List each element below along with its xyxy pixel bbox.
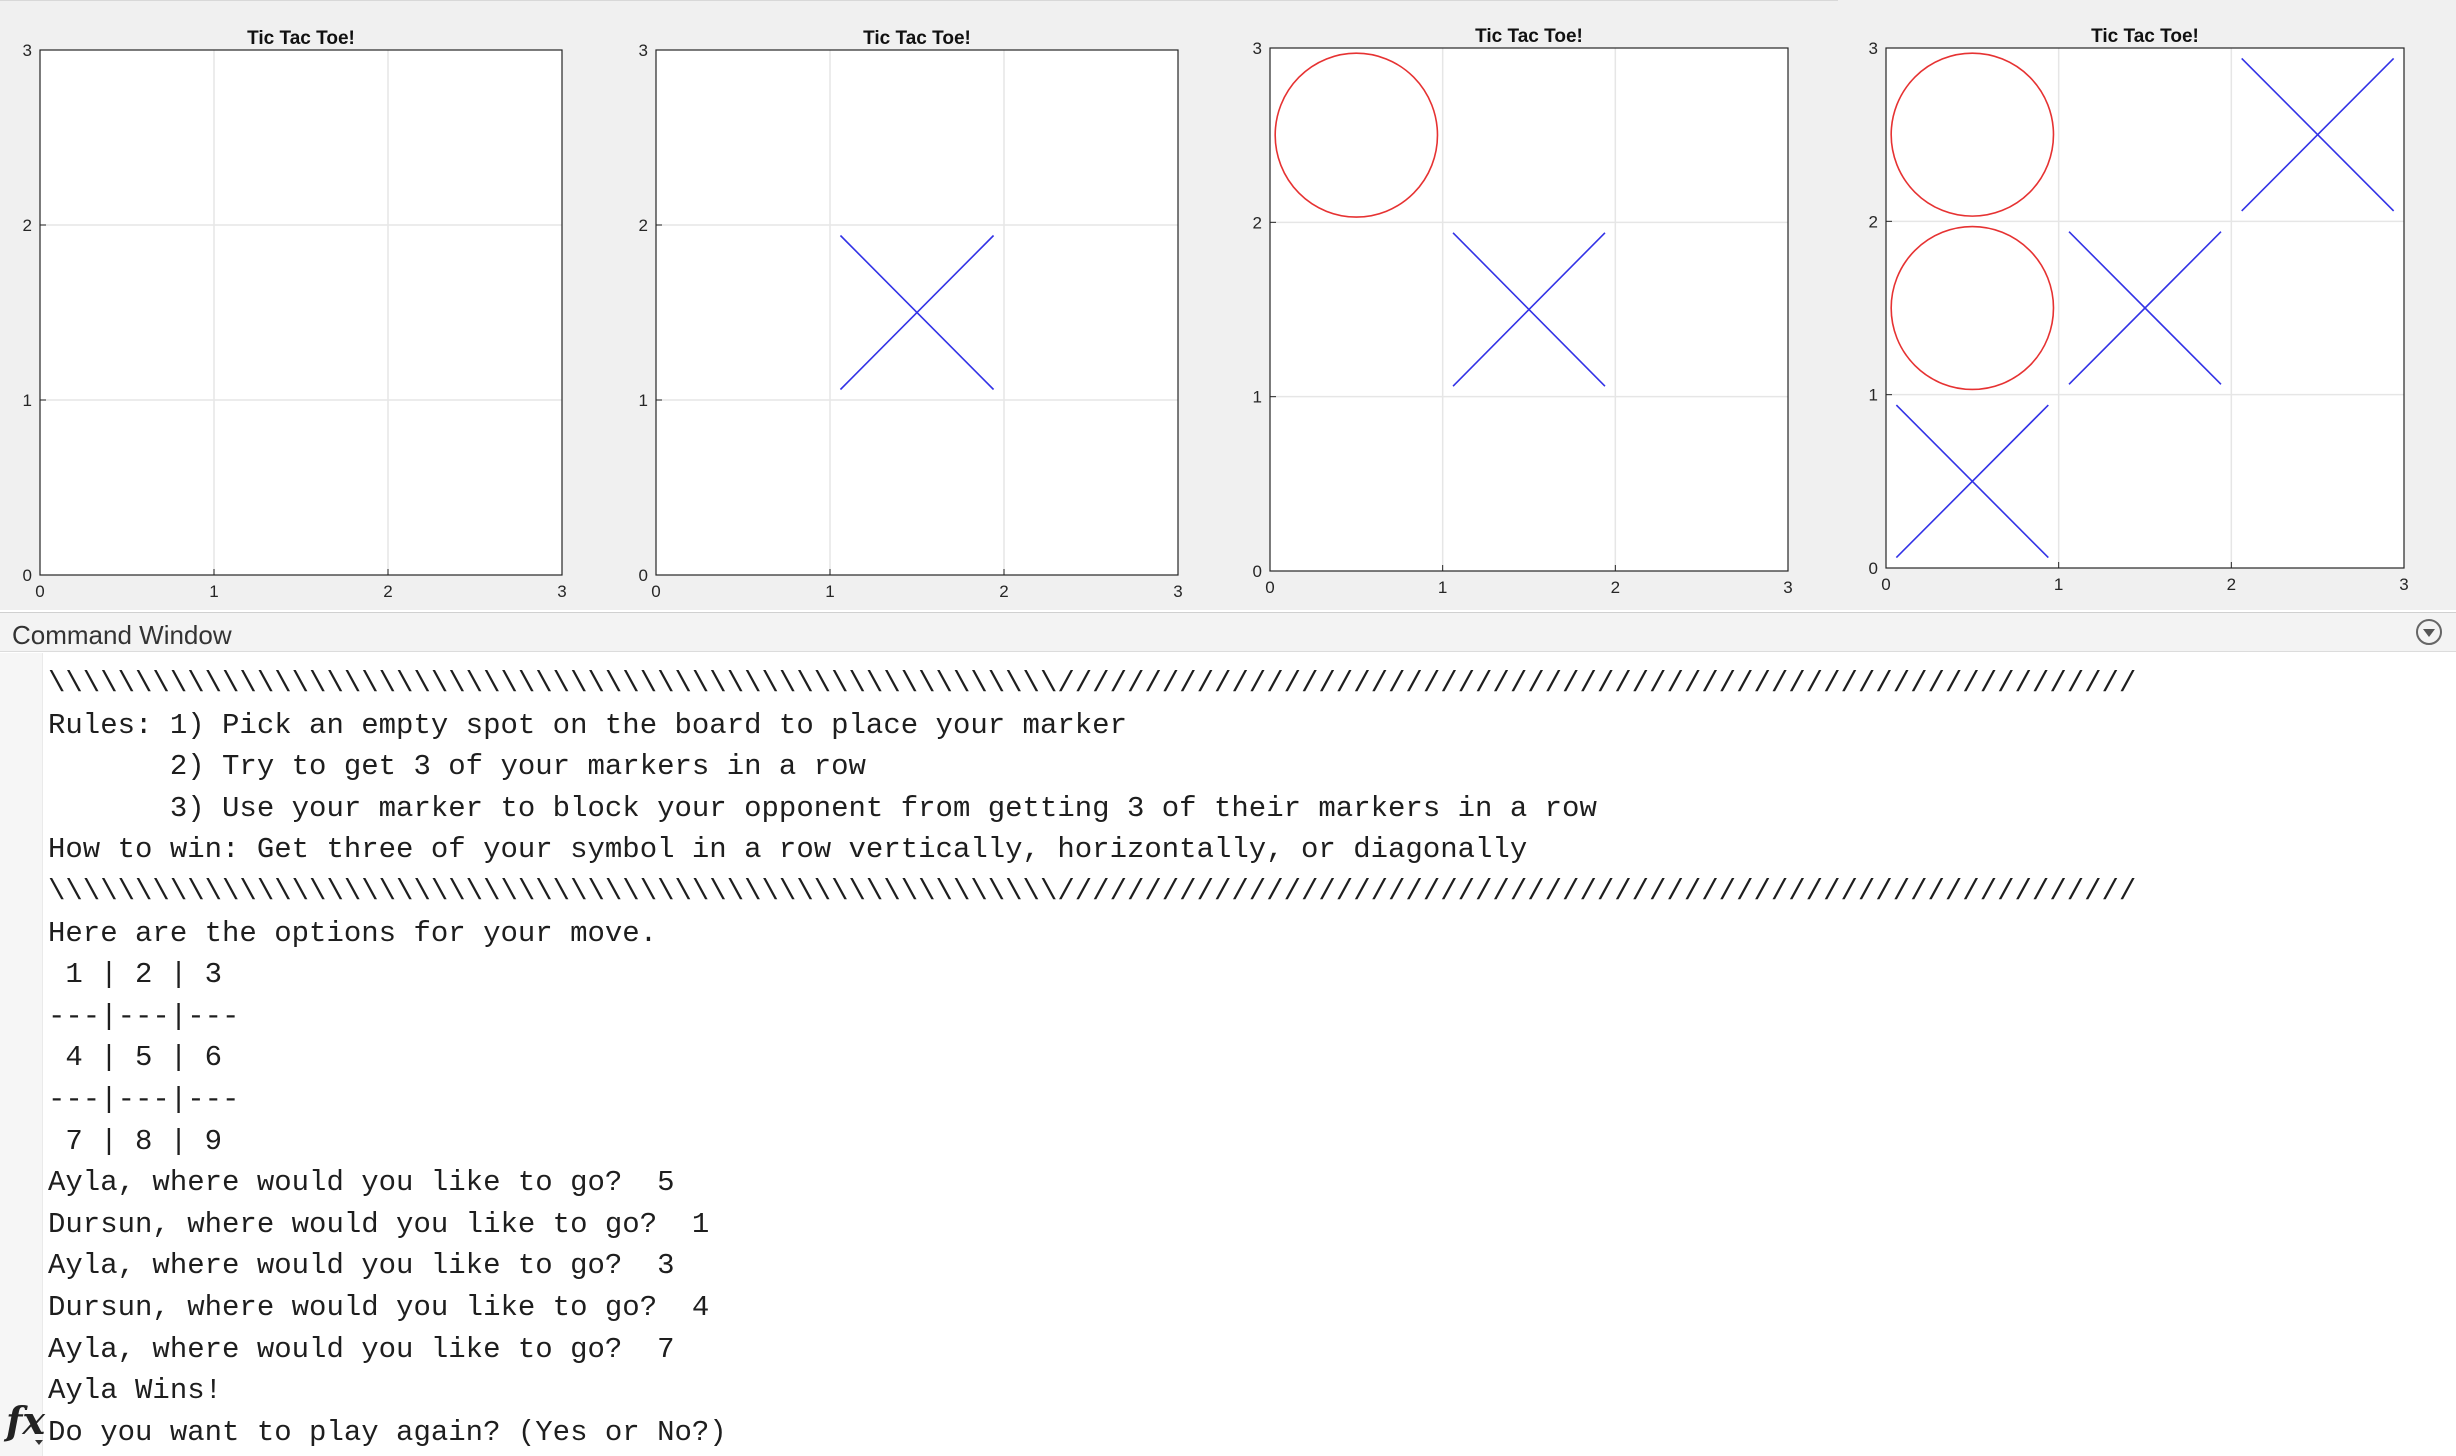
x-tick-label: 2 — [1611, 578, 1620, 597]
tic-tac-toe-axes-2[interactable]: 0 1 2 3 0 1 2 3 Tic Tac Toe! — [616, 0, 1226, 610]
x-tick-label: 2 — [2227, 575, 2236, 594]
command-line: Do you want to play again? (Yes or No?) — [48, 1415, 727, 1449]
command-window-body[interactable]: \\\\\\\\\\\\\\\\\\\\\\\\\\\\\\\\\\\\\\\\… — [0, 653, 2456, 1456]
x-tick-label: 0 — [35, 582, 44, 601]
axes-title: Tic Tac Toe! — [2091, 26, 2199, 47]
y-tick-label: 0 — [23, 566, 32, 585]
x-tick-label: 1 — [825, 582, 834, 601]
axes-title: Tic Tac Toe! — [247, 28, 355, 49]
x-tick-label: 0 — [1881, 575, 1890, 594]
y-tick-label: 3 — [23, 41, 32, 60]
x-tick-label: 3 — [2399, 575, 2408, 594]
axes-title: Tic Tac Toe! — [863, 28, 971, 49]
x-tick-label: 0 — [651, 582, 660, 601]
x-tick-label: 2 — [383, 582, 392, 601]
y-tick-label: 2 — [639, 216, 648, 235]
figure-window-1[interactable]: 0 1 2 3 0 1 2 3 Tic Tac Toe! — [0, 0, 610, 610]
fx-caret-icon[interactable] — [35, 1440, 43, 1445]
fx-icon[interactable]: fx — [6, 1398, 45, 1443]
figure-window-2[interactable]: 0 1 2 3 0 1 2 3 Tic Tac Toe! — [616, 0, 1226, 610]
y-tick-label: 0 — [1253, 562, 1262, 581]
command-line: Rules: 1) Pick an empty spot on the boar… — [48, 708, 1127, 742]
x-tick-label: 1 — [2054, 575, 2063, 594]
command-line: Here are the options for your move. — [48, 916, 658, 950]
x-tick-label: 2 — [999, 582, 1008, 601]
tic-tac-toe-axes-4[interactable]: 0 1 2 3 0 1 2 3 Tic Tac Toe! — [1838, 0, 2456, 610]
tic-tac-toe-axes-3[interactable]: 0 1 2 3 0 1 2 3 Tic Tac Toe! — [1226, 0, 1836, 610]
figure-window-3[interactable]: 0 1 2 3 0 1 2 3 Tic Tac Toe! — [1226, 0, 1836, 610]
axes-title: Tic Tac Toe! — [1475, 26, 1583, 47]
x-tick-label: 0 — [1265, 578, 1274, 597]
command-line: How to win: Get three of your symbol in … — [48, 833, 1528, 867]
chevron-down-icon — [2423, 629, 2435, 637]
command-line: Ayla, where would you like to go? 7 — [48, 1332, 675, 1366]
y-tick-label: 1 — [639, 391, 648, 410]
x-tick-label: 1 — [1438, 578, 1447, 597]
y-tick-label: 1 — [1253, 388, 1262, 407]
y-tick-label: 1 — [23, 391, 32, 410]
tic-tac-toe-axes-1[interactable]: 0 1 2 3 0 1 2 3 Tic Tac Toe! — [0, 0, 610, 610]
figure-window-4[interactable]: 0 1 2 3 0 1 2 3 Tic Tac Toe! — [1838, 0, 2456, 610]
command-window-output[interactable]: \\\\\\\\\\\\\\\\\\\\\\\\\\\\\\\\\\\\\\\\… — [48, 663, 2136, 1453]
command-window-gutter — [0, 653, 43, 1456]
y-tick-label: 2 — [23, 216, 32, 235]
y-tick-label: 1 — [1869, 386, 1878, 405]
command-line: Dursun, where would you like to go? 4 — [48, 1290, 710, 1324]
command-line: 7 | 8 | 9 — [48, 1124, 223, 1158]
command-line: \\\\\\\\\\\\\\\\\\\\\\\\\\\\\\\\\\\\\\\\… — [48, 667, 2137, 700]
command-line: 3) Use your marker to block your opponen… — [48, 791, 1597, 825]
command-line: Ayla, where would you like to go? 5 — [48, 1166, 675, 1200]
command-line: ---|---|--- — [48, 1082, 240, 1116]
y-tick-label: 3 — [1869, 39, 1878, 58]
command-line: Ayla Wins! — [48, 1374, 223, 1408]
command-line: Ayla, where would you like to go? 3 — [48, 1249, 675, 1283]
y-tick-label: 3 — [1253, 39, 1262, 58]
x-tick-label: 3 — [1173, 582, 1182, 601]
y-tick-label: 3 — [639, 41, 648, 60]
command-line: \\\\\\\\\\\\\\\\\\\\\\\\\\\\\\\\\\\\\\\\… — [48, 874, 2137, 908]
x-tick-label: 1 — [209, 582, 218, 601]
figure-strip: 0 1 2 3 0 1 2 3 Tic Tac Toe! 0 1 2 3 0 1 2 3 Tic Tac Toe… — [0, 0, 2456, 610]
command-line: 2) Try to get 3 of your markers in a row — [48, 750, 866, 784]
command-line: Dursun, where would you like to go? 1 — [48, 1207, 710, 1241]
plot-area[interactable] — [40, 50, 562, 575]
x-tick-label: 3 — [557, 582, 566, 601]
y-tick-label: 2 — [1253, 213, 1262, 232]
command-line: ---|---|--- — [48, 999, 240, 1033]
circle-chevron-down-icon[interactable] — [2416, 619, 2442, 645]
y-tick-label: 0 — [1869, 559, 1878, 578]
y-tick-label: 0 — [639, 566, 648, 585]
y-tick-label: 2 — [1869, 212, 1878, 231]
command-line: 1 | 2 | 3 — [48, 958, 223, 992]
x-tick-label: 3 — [1783, 578, 1792, 597]
command-window-header: Command Window — [0, 612, 2456, 652]
command-line: 4 | 5 | 6 — [48, 1041, 223, 1075]
command-window-title: Command Window — [12, 620, 232, 650]
